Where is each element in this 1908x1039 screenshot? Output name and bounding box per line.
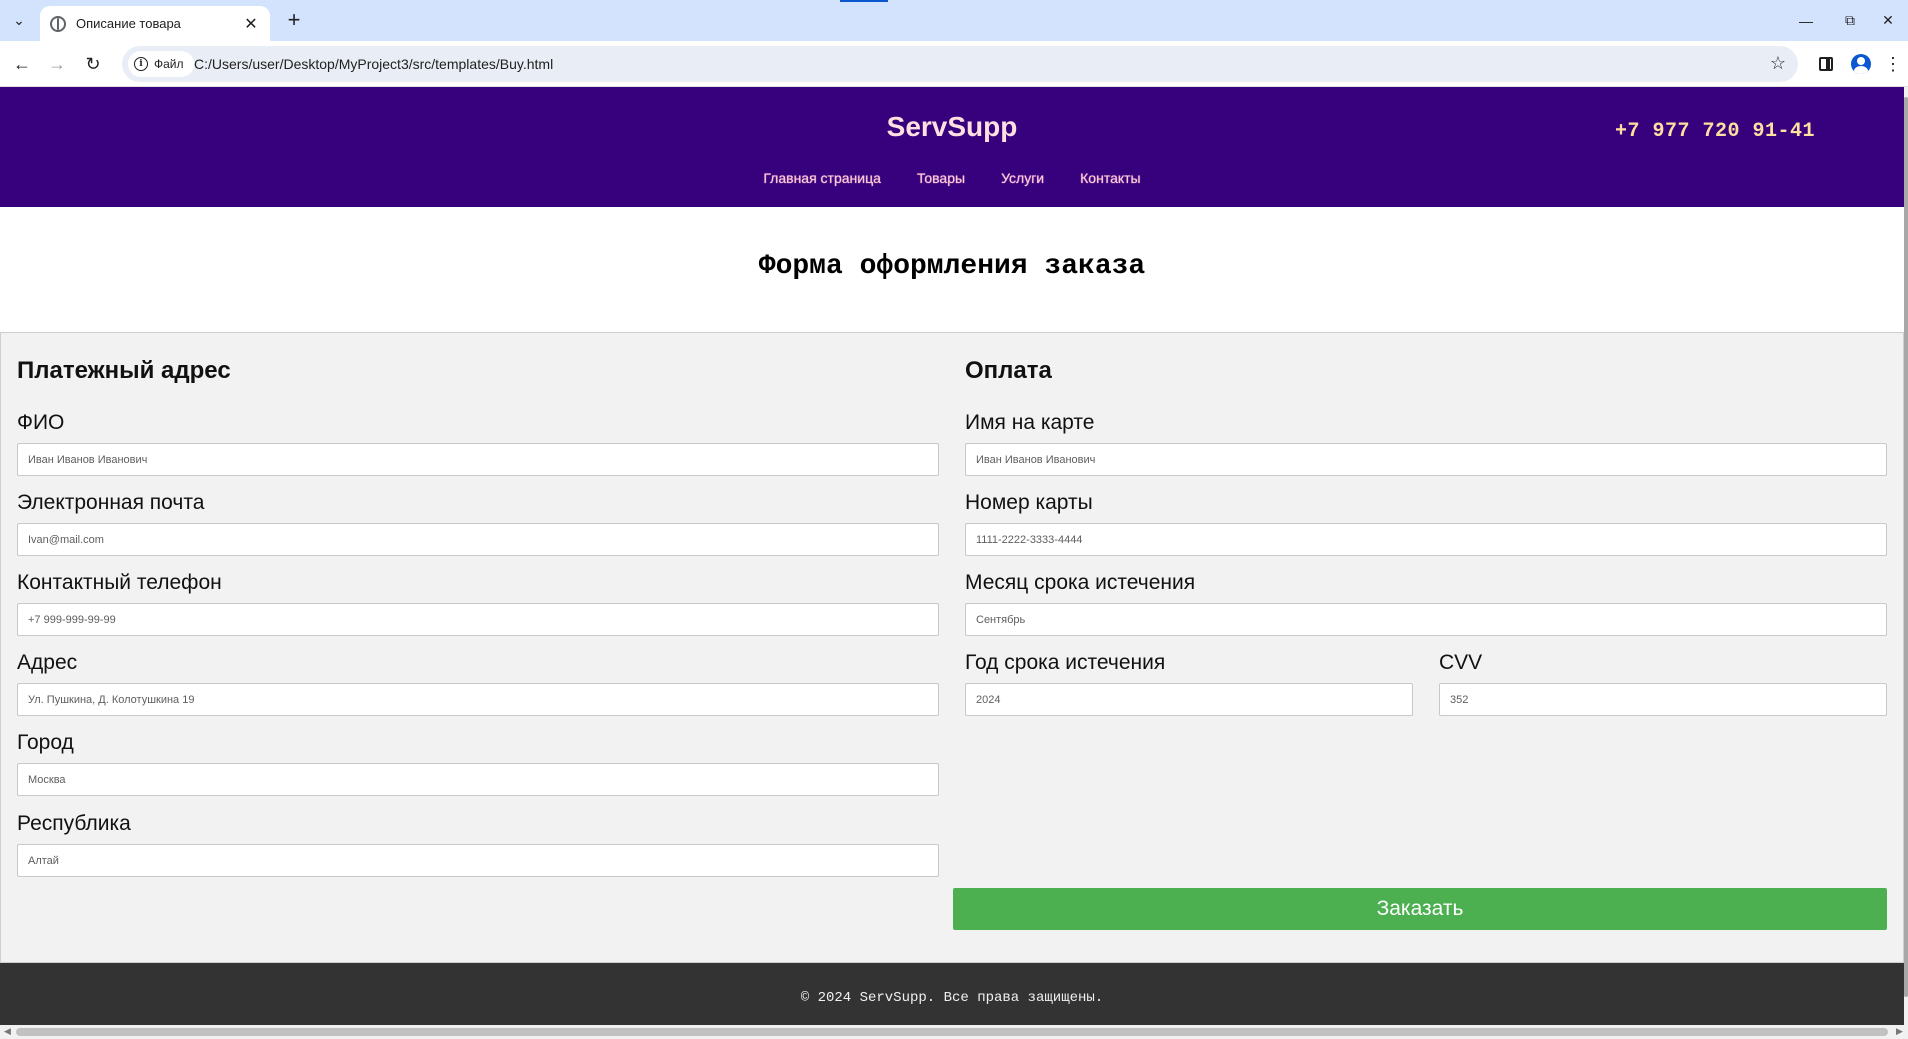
site-footer: © 2024 ServSupp. Все права защищены. (0, 963, 1904, 1025)
order-form: Платежный адрес ФИО Электронная почта Ко… (0, 332, 1904, 963)
side-panel-icon (1819, 57, 1833, 71)
side-panel-button[interactable] (1811, 49, 1841, 79)
back-button[interactable]: ← (7, 49, 37, 79)
address-bar[interactable]: i Файл C:/Users/user/Desktop/MyProject3/… (122, 46, 1798, 82)
reload-button[interactable]: ↻ (78, 49, 108, 79)
browser-tab-strip: ⌄ Описание товара ✕ + — ⧉ ✕ (0, 0, 1908, 41)
exp-month-label: Месяц срока истечения (965, 571, 1196, 594)
card-number-input[interactable] (965, 523, 1887, 556)
nav-link-home[interactable]: Главная страница (763, 170, 881, 186)
tab-strip-indicator (840, 0, 888, 2)
address-label: Адрес (17, 651, 78, 674)
fullname-input[interactable] (17, 443, 939, 476)
card-number-label: Номер карты (965, 491, 1093, 514)
phone-label: Контактный телефон (17, 571, 222, 594)
site-nav: Главная страница Товары Услуги Контакты (0, 170, 1904, 186)
profile-button[interactable] (1846, 49, 1876, 79)
site-header: ServSupp +7 977 720 91-41 Главная страни… (0, 87, 1904, 207)
url-text[interactable]: C:/Users/user/Desktop/MyProject3/src/tem… (194, 56, 553, 72)
tab-close-button[interactable]: ✕ (242, 14, 260, 34)
forward-button[interactable]: → (42, 49, 72, 79)
close-icon: ✕ (1882, 12, 1894, 28)
tab-title: Описание товара (76, 16, 181, 31)
nav-link-services[interactable]: Услуги (1001, 170, 1044, 186)
phone-input[interactable] (17, 603, 939, 636)
browser-tab-active[interactable]: Описание товара ✕ (40, 6, 270, 41)
horizontal-scrollbar[interactable]: ◀ ▶ (0, 1025, 1908, 1039)
footer-copyright: © 2024 ServSupp. Все права защищены. (800, 990, 1104, 1006)
profile-icon (1851, 54, 1871, 74)
vertical-scrollbar[interactable] (1904, 87, 1908, 1025)
exp-year-label: Год срока истечения (965, 651, 1166, 674)
order-button[interactable]: Заказать (953, 888, 1887, 930)
email-label: Электронная почта (17, 491, 205, 514)
horizontal-scrollbar-thumb[interactable] (16, 1028, 1888, 1036)
forward-arrow-icon: → (48, 53, 66, 74)
close-window-button[interactable]: ✕ (1866, 0, 1908, 41)
new-tab-button[interactable]: + (280, 6, 308, 34)
globe-icon (50, 15, 66, 32)
site-chip-label: Файл (154, 57, 184, 71)
chevron-down-icon: ⌄ (13, 11, 25, 28)
payment-title: Оплата (965, 357, 1052, 384)
card-name-label: Имя на карте (965, 411, 1095, 434)
nav-link-products[interactable]: Товары (917, 170, 965, 186)
page-viewport: ServSupp +7 977 720 91-41 Главная страни… (0, 87, 1908, 1025)
address-input[interactable] (17, 683, 939, 716)
republic-input[interactable] (17, 844, 939, 877)
tab-search-button[interactable]: ⌄ (7, 8, 31, 32)
browser-toolbar: ← → ↻ i Файл C:/Users/user/Desktop/MyPro… (0, 41, 1908, 87)
card-name-input[interactable] (965, 443, 1887, 476)
exp-year-input[interactable] (965, 683, 1413, 716)
email-input[interactable] (17, 523, 939, 556)
info-icon: i (134, 57, 148, 71)
restore-icon: ⧉ (1845, 12, 1855, 28)
kebab-menu-icon: ⋮ (1884, 54, 1902, 74)
browser-menu-button[interactable]: ⋮ (1878, 49, 1908, 79)
site-info-chip[interactable]: i Файл (128, 51, 194, 77)
nav-link-contacts[interactable]: Контакты (1080, 170, 1140, 186)
billing-title: Платежный адрес (17, 357, 231, 384)
minimize-icon: — (1799, 12, 1813, 29)
fullname-label: ФИО (17, 411, 65, 434)
city-label: Город (17, 731, 74, 754)
cvv-input[interactable] (1439, 683, 1887, 716)
vertical-scrollbar-thumb[interactable] (1904, 97, 1908, 997)
page-title: Форма оформления заказа (758, 251, 1146, 282)
back-arrow-icon: ← (13, 53, 31, 74)
minimize-button[interactable]: — (1784, 0, 1828, 41)
star-icon[interactable]: ☆ (1770, 53, 1786, 74)
republic-label: Республика (17, 812, 131, 835)
city-input[interactable] (17, 763, 939, 796)
reload-icon: ↻ (85, 53, 101, 74)
header-phone: +7 977 720 91-41 (1615, 120, 1816, 143)
scroll-left-icon[interactable]: ◀ (4, 1026, 11, 1037)
scroll-right-icon[interactable]: ▶ (1896, 1026, 1903, 1037)
cvv-label: CVV (1439, 651, 1483, 674)
exp-month-input[interactable] (965, 603, 1887, 636)
